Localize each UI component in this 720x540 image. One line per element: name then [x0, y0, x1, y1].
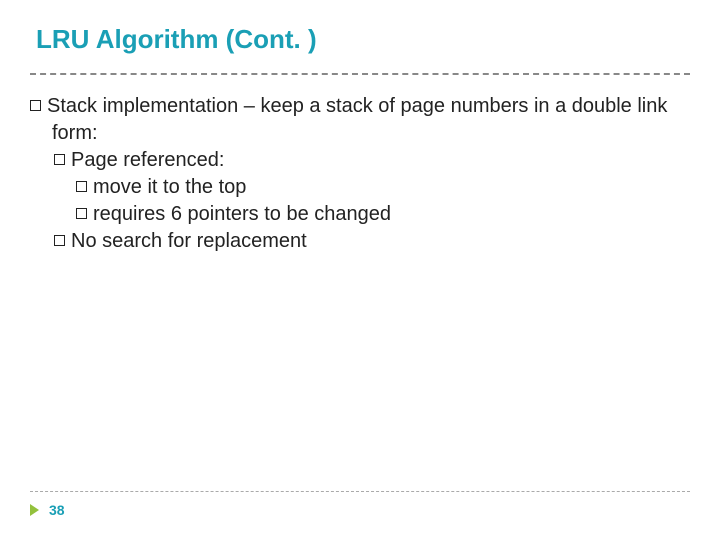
slide: LRU Algorithm (Cont. ) Stack implementat…: [0, 0, 720, 540]
square-bullet-icon: [54, 154, 65, 165]
bullet-text: requires: [93, 203, 165, 225]
slide-title: LRU Algorithm (Cont. ): [36, 24, 690, 55]
bullet-l3-move: move it to the top: [98, 174, 690, 201]
page-number: 38: [49, 502, 65, 518]
bullet-text: referenced:: [118, 149, 225, 171]
bullet-l2-no: No search for replacement: [76, 228, 690, 255]
bullet-text: Stack: [47, 95, 97, 117]
bullet-text: move: [93, 176, 142, 198]
slide-footer: 38: [30, 491, 690, 518]
square-bullet-icon: [76, 181, 87, 192]
bullet-l1-stack: Stack implementation – keep a stack of p…: [52, 93, 690, 147]
title-divider: [30, 73, 690, 75]
triangle-icon: [30, 504, 39, 516]
footer-divider: [30, 491, 690, 492]
bullet-text: 6 pointers to be changed: [165, 203, 391, 225]
footer-row: 38: [30, 502, 690, 518]
square-bullet-icon: [76, 208, 87, 219]
bullet-text: implementation – keep a stack of page nu…: [52, 95, 667, 144]
bullet-text: No: [71, 230, 97, 252]
slide-content: Stack implementation – keep a stack of p…: [30, 93, 690, 255]
bullet-text: search for replacement: [97, 230, 307, 252]
bullet-l2-page: Page referenced:: [76, 147, 690, 174]
square-bullet-icon: [54, 235, 65, 246]
square-bullet-icon: [30, 100, 41, 111]
bullet-text: Page: [71, 149, 118, 171]
bullet-text: it to the top: [142, 176, 247, 198]
bullet-l3-requires: requires 6 pointers to be changed: [98, 201, 690, 228]
